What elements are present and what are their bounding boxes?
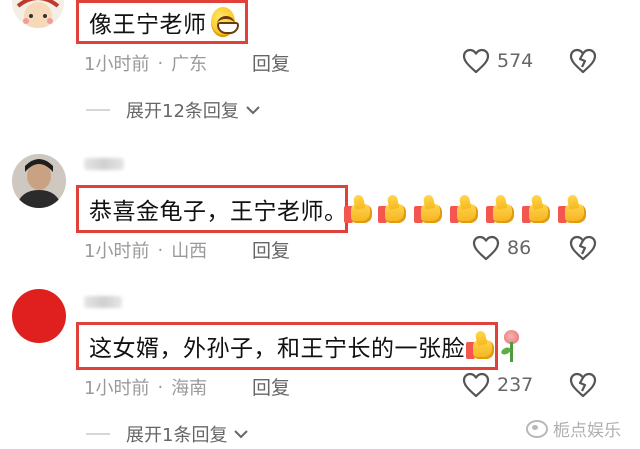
like-count: 86 (507, 237, 532, 259)
dislike-button[interactable] (569, 235, 597, 265)
thumbs-up-emoji (466, 330, 496, 360)
username[interactable] (84, 158, 124, 170)
heart-outline-icon (472, 235, 500, 261)
comment-text-box: 这女婿，外孙子，和王宁长的一张脸 (76, 322, 498, 370)
comment-time: 1小时前 (84, 54, 150, 75)
avatar[interactable] (12, 154, 66, 208)
comment-meta: 1小时前 · 海南 (84, 374, 207, 400)
meta-separator: · (157, 239, 164, 261)
broken-heart-icon (569, 48, 597, 74)
chevron-down-icon (246, 106, 260, 115)
like-button[interactable]: 86 (472, 235, 531, 261)
rose-emoji (498, 328, 524, 362)
meta-separator: · (157, 52, 164, 74)
expand-replies-button[interactable]: 展开12条回复 (86, 97, 261, 123)
thumbs-up-emoji (414, 194, 444, 224)
comment-time: 1小时前 (84, 241, 150, 262)
dislike-button[interactable] (569, 372, 597, 402)
thumbs-up-emoji (378, 194, 408, 224)
divider (86, 109, 110, 111)
broken-heart-icon (569, 372, 597, 398)
reply-button[interactable]: 回复 (252, 49, 290, 76)
thumbs-up-emoji (486, 194, 516, 224)
comment-location: 海南 (171, 378, 208, 399)
avatar[interactable] (12, 289, 66, 343)
expand-replies-label: 展开12条回复 (126, 101, 239, 122)
comment-text: 这女婿，外孙子，和王宁长的一张脸 (89, 336, 465, 362)
comment-text-box: 像王宁老师 (76, 0, 248, 44)
watermark-text: 栀点娱乐 (553, 421, 621, 441)
grinning-face-emoji (210, 7, 238, 37)
divider (86, 433, 110, 435)
comment-location: 广东 (171, 54, 208, 75)
thumbs-up-emoji (558, 194, 588, 224)
broken-heart-icon (569, 235, 597, 261)
dislike-button[interactable] (569, 48, 597, 78)
reply-button[interactable]: 回复 (252, 373, 290, 400)
chevron-down-icon (234, 430, 249, 439)
like-count: 237 (497, 374, 534, 396)
comment-text: 像王宁老师 (89, 12, 207, 38)
meta-separator: · (157, 376, 164, 398)
expand-replies-button[interactable]: 展开1条回复 (86, 421, 249, 447)
comment-text-box: 恭喜金龟子，王宁老师。 (76, 185, 348, 233)
username[interactable] (84, 296, 122, 308)
comment-location: 山西 (171, 241, 208, 262)
avatar[interactable] (12, 0, 64, 28)
thumbs-up-emoji (450, 194, 480, 224)
heart-outline-icon (462, 372, 490, 398)
heart-outline-icon (462, 48, 490, 74)
comment-time: 1小时前 (84, 378, 150, 399)
thumbs-up-emoji (344, 194, 374, 224)
comment-text: 恭喜金龟子，王宁老师。 (89, 199, 348, 225)
thumbs-up-emoji (522, 194, 552, 224)
watermark: 栀点娱乐 (526, 416, 621, 441)
comment-meta: 1小时前 · 广东 (84, 50, 207, 76)
like-button[interactable]: 574 (462, 48, 533, 74)
reply-button[interactable]: 回复 (252, 236, 290, 263)
weibo-logo-icon (526, 419, 548, 438)
like-button[interactable]: 237 (462, 372, 533, 398)
like-count: 574 (497, 50, 534, 72)
comment-meta: 1小时前 · 山西 (84, 237, 207, 263)
expand-replies-label: 展开1条回复 (126, 425, 228, 446)
